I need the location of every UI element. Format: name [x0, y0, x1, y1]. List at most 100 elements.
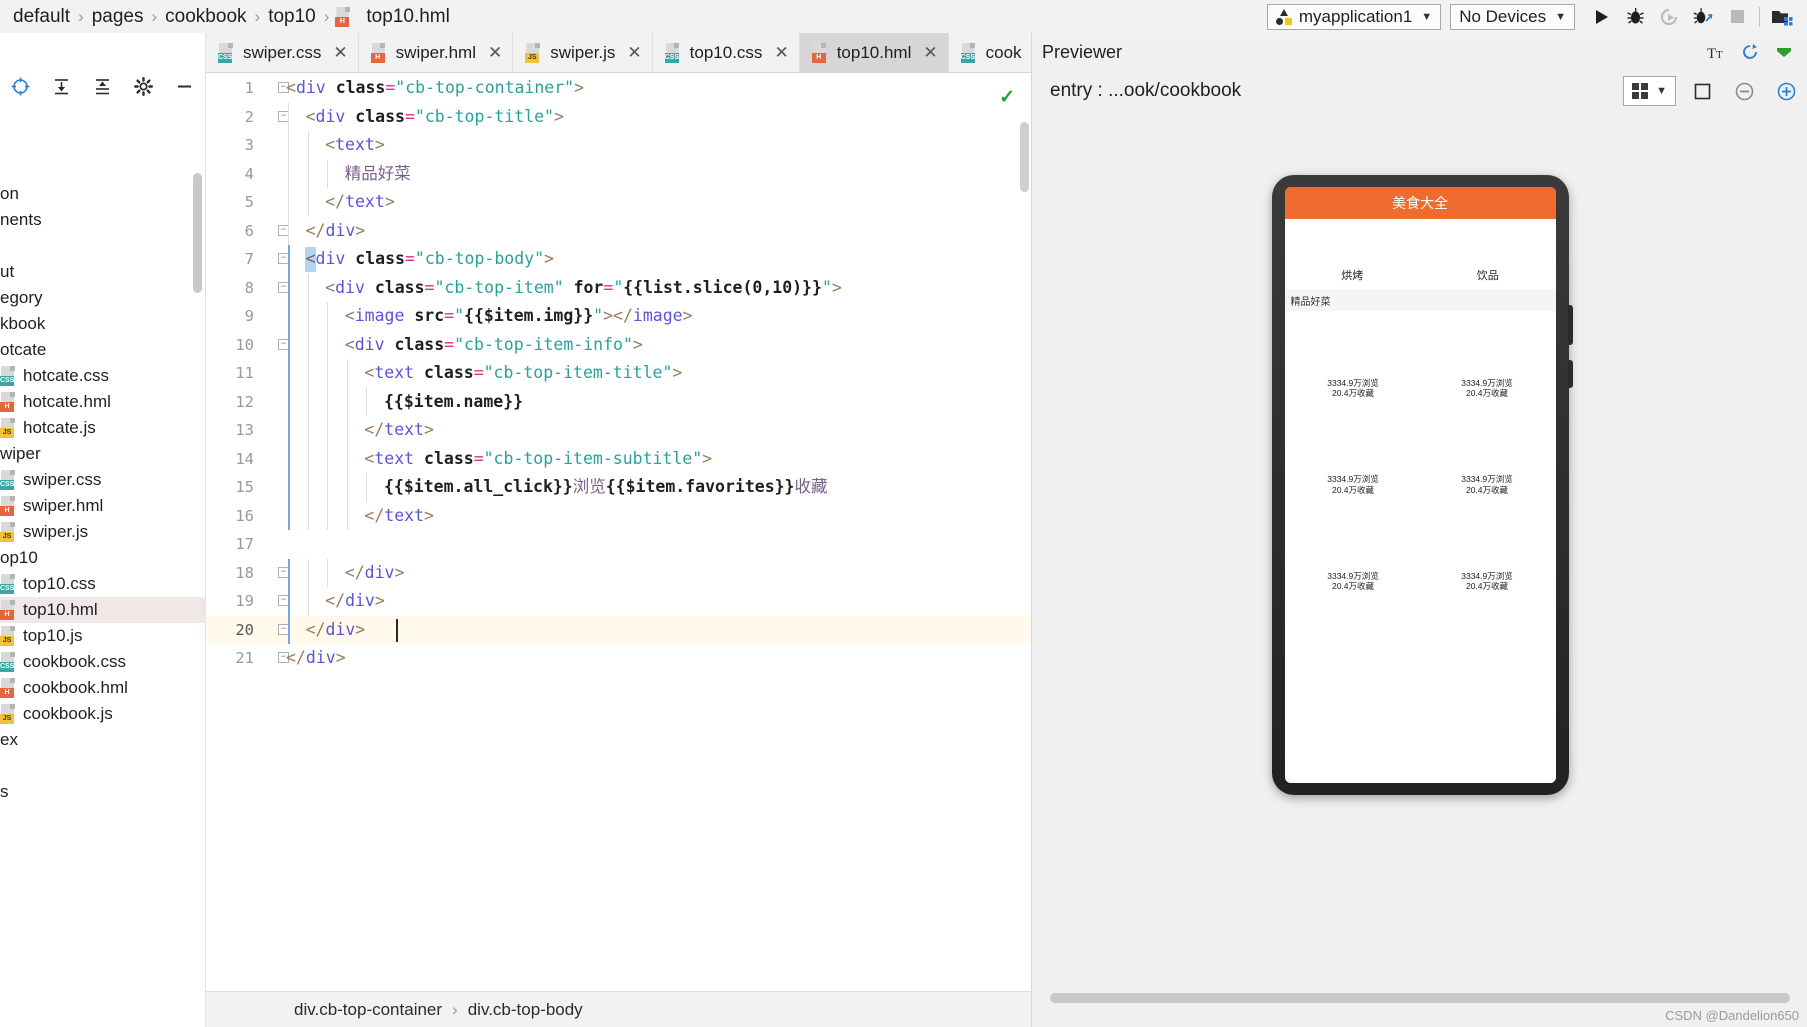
code-line[interactable]: 13 </text>: [206, 416, 1031, 445]
editor-tab[interactable]: CSS top10.css ✕: [652, 33, 800, 72]
profile-button[interactable]: [1686, 2, 1720, 32]
tree-item[interactable]: ex: [0, 727, 205, 753]
code-line[interactable]: 16 </text>: [206, 501, 1031, 530]
code-line[interactable]: 7−<div class="cb-top-body">: [206, 245, 1031, 274]
code-line[interactable]: 2− <div class="cb-top-title">: [206, 102, 1031, 131]
zoom-in-button[interactable]: [1770, 76, 1802, 106]
previewer-horizontal-scrollbar[interactable]: [1050, 993, 1790, 1003]
tree-item[interactable]: ut: [0, 259, 205, 285]
tree-item[interactable]: [0, 753, 205, 779]
debug-button[interactable]: [1618, 2, 1652, 32]
more-options-icon[interactable]: [1768, 37, 1800, 67]
editor-tab[interactable]: Htop10.hml ✕: [799, 33, 949, 72]
tree-item[interactable]: op10: [0, 545, 205, 571]
code-line[interactable]: 1− <div class="cb-top-container">: [206, 74, 1031, 103]
breadcrumb-item-1[interactable]: pages: [85, 6, 151, 28]
tree-item[interactable]: wiper: [0, 441, 205, 467]
code-line[interactable]: 21− </div>: [206, 644, 1031, 673]
tree-item[interactable]: s: [0, 779, 205, 805]
tree-item[interactable]: Hhotcate.hml: [0, 389, 205, 415]
close-icon[interactable]: ✕: [923, 43, 937, 63]
device-selector[interactable]: No Devices ▼: [1450, 3, 1575, 30]
collapse-all-icon[interactable]: [82, 66, 123, 106]
tree-item[interactable]: CSS hotcate.css: [0, 363, 205, 389]
code-line[interactable]: 17: [206, 530, 1031, 559]
editor-tab[interactable]: JS swiper.js ✕: [513, 33, 653, 72]
tree-item[interactable]: egory: [0, 285, 205, 311]
code-line[interactable]: 3 <text>: [206, 131, 1031, 160]
dish-card[interactable]: 3334.9万浏览 20.4万收藏: [1289, 407, 1418, 498]
code-line[interactable]: 10− <div class="cb-top-item-info">: [206, 330, 1031, 359]
project-tree-scrollbar[interactable]: [193, 173, 202, 293]
app-config-selector[interactable]: myapplication1 ▼: [1266, 3, 1442, 30]
tree-item[interactable]: CSS top10.css: [0, 571, 205, 597]
code-line[interactable]: 14 <text class="cb-top-item-subtitle">: [206, 444, 1031, 473]
tree-item[interactable]: [0, 233, 205, 259]
close-icon[interactable]: ✕: [774, 43, 788, 63]
tree-item[interactable]: JS swiper.js: [0, 519, 205, 545]
code-line[interactable]: 5 </text>: [206, 188, 1031, 217]
tree-item[interactable]: on: [0, 181, 205, 207]
rerun-button[interactable]: [1652, 2, 1686, 32]
project-tree[interactable]: on nents ut egory kbook otcate CSS hotcate.css H…: [0, 33, 205, 1027]
code-line[interactable]: 20− </div>: [206, 615, 1031, 644]
hide-panel-icon[interactable]: [164, 66, 205, 106]
refresh-icon[interactable]: [1734, 37, 1766, 67]
font-size-icon[interactable]: T T: [1700, 37, 1732, 67]
frame-toggle-icon[interactable]: [1686, 76, 1718, 106]
stop-button[interactable]: [1720, 2, 1754, 32]
run-button[interactable]: [1584, 2, 1618, 32]
status-breadcrumb-item-1[interactable]: div.cb-top-body: [468, 1000, 583, 1020]
tree-item[interactable]: JS top10.js: [0, 623, 205, 649]
select-opened-file-icon[interactable]: [0, 66, 41, 106]
tree-item[interactable]: nents: [0, 207, 205, 233]
code-line[interactable]: 19− </div>: [206, 587, 1031, 616]
close-icon[interactable]: ✕: [488, 43, 502, 63]
code-line[interactable]: 6− </div>: [206, 216, 1031, 245]
phone-screen[interactable]: 美食大全 烘烤 饮品 精品好菜 3334.9万浏览 20.4万收藏 3334.9万浏览…: [1284, 187, 1556, 783]
editor-tab[interactable]: CSS cook: [948, 33, 1033, 72]
code-line[interactable]: 12 {{$item.name}}: [206, 387, 1031, 416]
editor-vertical-scrollbar[interactable]: [1020, 122, 1029, 192]
tree-item[interactable]: Hcookbook.hml: [0, 675, 205, 701]
tree-item[interactable]: JS cookbook.js: [0, 701, 205, 727]
category-item[interactable]: 烘烤: [1324, 219, 1380, 283]
dish-card[interactable]: [1423, 600, 1552, 671]
tree-item[interactable]: JS hotcate.js: [0, 415, 205, 441]
tree-item[interactable]: otcate: [0, 337, 205, 363]
preview-app-scroll[interactable]: 烘烤 饮品 精品好菜 3334.9万浏览 20.4万收藏 3334.9万浏览 20.4万…: [1284, 219, 1556, 783]
code-line[interactable]: 18− </div>: [206, 558, 1031, 587]
dish-card[interactable]: 3334.9万浏览 20.4万收藏: [1289, 311, 1418, 402]
dish-card[interactable]: 3334.9万浏览 20.4万收藏: [1423, 407, 1552, 498]
dish-card[interactable]: 3334.9万浏览 20.4万收藏: [1289, 504, 1418, 595]
tree-item[interactable]: kbook: [0, 311, 205, 337]
device-manager-button[interactable]: [1765, 2, 1799, 32]
code-line[interactable]: 9 <image src="{{$item.img}}"></image>: [206, 302, 1031, 331]
breadcrumb-item-2[interactable]: cookbook: [158, 6, 253, 28]
dish-card[interactable]: 3334.9万浏览 20.4万收藏: [1423, 311, 1552, 402]
code-line[interactable]: 15 {{$item.all_click}}浏览{{$item.favorites…: [206, 473, 1031, 502]
status-breadcrumb-item-0[interactable]: div.cb-top-container: [294, 1000, 442, 1020]
editor-tab[interactable]: Hswiper.hml ✕: [358, 33, 514, 72]
tree-item[interactable]: CSS swiper.css: [0, 467, 205, 493]
settings-gear-icon[interactable]: [123, 66, 164, 106]
zoom-out-button[interactable]: [1728, 76, 1760, 106]
code-line[interactable]: 11 <text class="cb-top-item-title">: [206, 359, 1031, 388]
layout-selector[interactable]: ▼: [1623, 76, 1676, 106]
tree-item[interactable]: Htop10.hml: [0, 597, 205, 623]
breadcrumb-item-0[interactable]: default: [6, 6, 77, 28]
dish-card[interactable]: [1289, 600, 1418, 671]
tree-item[interactable]: CSS cookbook.css: [0, 649, 205, 675]
category-item[interactable]: 饮品: [1460, 219, 1516, 283]
expand-all-icon[interactable]: [41, 66, 82, 106]
breadcrumb-item-3[interactable]: top10: [261, 6, 323, 28]
code-line[interactable]: 8− <div class="cb-top-item" for="{{list.s…: [206, 273, 1031, 302]
close-icon[interactable]: ✕: [333, 43, 347, 63]
code-area[interactable]: 1− <div class="cb-top-container"> 2− <div c…: [206, 74, 1031, 879]
editor-tab[interactable]: CSS swiper.css ✕: [206, 33, 359, 72]
breadcrumb-file[interactable]: H top10.hml: [330, 6, 456, 28]
close-icon[interactable]: ✕: [627, 43, 641, 63]
code-line[interactable]: 4 精品好菜: [206, 159, 1031, 188]
dish-card[interactable]: 3334.9万浏览 20.4万收藏: [1423, 504, 1552, 595]
tree-item[interactable]: Hswiper.hml: [0, 493, 205, 519]
